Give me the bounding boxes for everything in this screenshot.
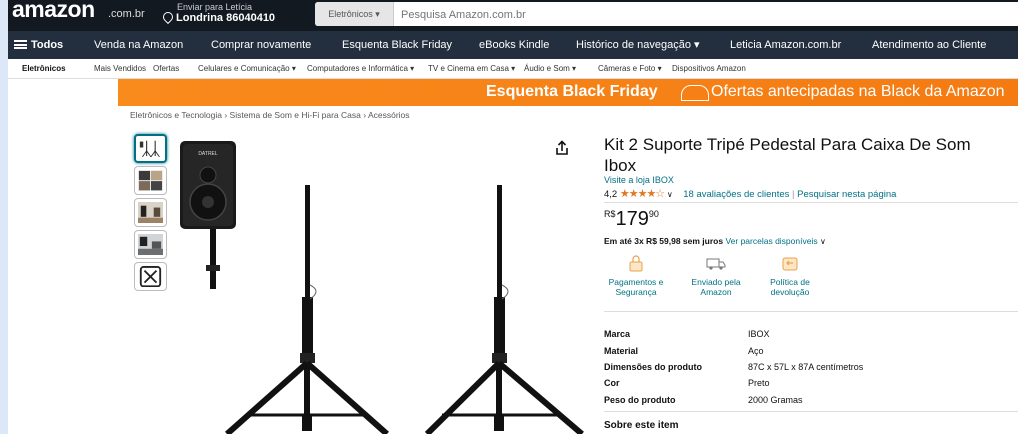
about-heading: Sobre este item xyxy=(604,420,679,431)
location-pin-icon xyxy=(160,9,176,25)
nav-item-leticia[interactable]: Leticia Amazon.com.br xyxy=(730,31,841,59)
thumbnail-2[interactable] xyxy=(134,166,167,195)
spec-key-dimensions: Dimensões do produto xyxy=(604,362,703,372)
search-input[interactable] xyxy=(399,2,1003,26)
installments-link[interactable]: Ver parcelas disponíveis xyxy=(725,236,817,246)
hamburger-menu-icon xyxy=(14,40,27,49)
thumbnail-1[interactable] xyxy=(134,134,167,163)
subnav-eletronicos[interactable]: Eletrônicos xyxy=(22,59,66,78)
tripod-thumb-icon xyxy=(139,140,160,158)
subnav-computadores[interactable]: Computadores e Informática ▾ xyxy=(307,59,414,78)
subnav-mais-vendidos[interactable]: Mais Vendidos xyxy=(94,59,146,78)
rating-row: 4,2 ★★★★☆ ∨ 18 avaliações de clientes | … xyxy=(604,187,896,200)
amazon-logo[interactable]: amazon xyxy=(12,0,95,23)
delivery-location[interactable]: Enviar para Letícia Londrina 86040410 xyxy=(160,2,276,25)
price-currency: R$ xyxy=(604,209,616,219)
price: R$17990 xyxy=(604,208,659,231)
feature-label-line2: Amazon xyxy=(700,287,732,297)
price-integer: 179 xyxy=(615,208,649,230)
spec-value-brand: IBOX xyxy=(748,329,770,339)
spec-value-dimensions: 87C x 57L x 87A centímetros xyxy=(748,362,864,372)
spec-value-weight: 2000 Gramas xyxy=(748,395,803,405)
installments-text: Em até 3x R$ 59,98 sem juros xyxy=(604,236,724,246)
stage-thumb-icon xyxy=(138,234,163,256)
banner-subtitle: Ofertas antecipadas na Black da Amazon xyxy=(711,83,1005,100)
rating-separator: | xyxy=(792,189,795,200)
subnav-audio-som[interactable]: Áudio e Som ▾ xyxy=(524,59,576,78)
subnav-ofertas[interactable]: Ofertas xyxy=(153,59,179,78)
nav-item-comprar-novamente[interactable]: Comprar novamente xyxy=(211,31,311,59)
main-nav: Todos Venda na Amazon Comprar novamente … xyxy=(8,31,1018,59)
thumbnail-3[interactable] xyxy=(134,198,167,227)
subnav-cameras[interactable]: Câmeras e Foto ▾ xyxy=(598,59,662,78)
installments-row: Em até 3x R$ 59,98 sem juros Ver parcela… xyxy=(604,236,826,246)
page: amazon .com.br Enviar para Letícia Londr… xyxy=(8,0,1018,434)
nav-item-atendimento[interactable]: Atendimento ao Cliente xyxy=(872,31,986,59)
deliver-line1: Enviar para Letícia xyxy=(177,2,253,12)
thumbnail-4[interactable] xyxy=(134,230,167,259)
divider xyxy=(604,202,1018,203)
search-category-select[interactable]: Eletrônicos ▾ xyxy=(315,2,394,26)
spec-key-brand: Marca xyxy=(604,329,631,339)
deliver-line2: Londrina 86040410 xyxy=(176,12,276,24)
speaker-brand-text: DATREL xyxy=(198,151,218,157)
collage-thumb-icon xyxy=(138,170,163,192)
room-thumb-icon xyxy=(138,202,163,224)
feature-label-line1: Pagamentos e xyxy=(608,277,664,287)
nav-item-ebooks[interactable]: eBooks Kindle xyxy=(479,31,549,59)
product-title-line1: Kit 2 Suporte Tripé Pedestal Para Caixa … xyxy=(604,135,971,154)
feature-label-line1: Política de xyxy=(770,277,810,287)
subnav-tv-cinema[interactable]: TV e Cinema em Casa ▾ xyxy=(428,59,515,78)
nav-all-label: Todos xyxy=(31,39,64,51)
banner-smile-icon xyxy=(681,85,709,101)
subnav-celulares[interactable]: Celulares e Comunicação ▾ xyxy=(198,59,296,78)
feature-label-line1: Enviado pela xyxy=(691,277,741,287)
thumbnail-5[interactable] xyxy=(134,262,167,291)
chevron-down-icon[interactable]: ∨ xyxy=(667,190,673,199)
rating-value: 4,2 xyxy=(604,189,618,200)
search-page-link[interactable]: Pesquisar nesta página xyxy=(797,189,896,200)
return-box-icon xyxy=(782,257,798,271)
share-icon[interactable] xyxy=(554,140,570,156)
spec-value-color: Preto xyxy=(748,378,770,388)
nav-all-menu[interactable]: Todos xyxy=(14,31,63,59)
spec-key-material: Material xyxy=(604,346,639,356)
divider xyxy=(604,311,1018,312)
lock-icon xyxy=(629,255,643,272)
feature-label-line2: devolução xyxy=(770,287,810,297)
nav-item-historico[interactable]: Histórico de navegação ▾ xyxy=(576,31,700,59)
breadcrumb[interactable]: Eletrônicos e Tecnologia › Sistema de So… xyxy=(130,110,410,120)
product-title-line2: Ibox xyxy=(604,156,637,175)
spec-key-weight: Peso do produto xyxy=(604,395,676,405)
spec-key-color: Cor xyxy=(604,378,620,388)
nav-item-esquenta[interactable]: Esquenta Black Friday xyxy=(342,31,452,59)
logo-suffix[interactable]: .com.br xyxy=(108,8,145,20)
feature-payment-security[interactable]: Pagamentos e Segurança xyxy=(604,254,668,297)
divider xyxy=(604,411,1018,412)
price-cents: 90 xyxy=(648,209,659,219)
spec-value-material: Aço xyxy=(748,346,764,356)
top-header: amazon .com.br Enviar para Letícia Londr… xyxy=(8,0,1018,31)
chevron-down-icon[interactable]: ∨ xyxy=(820,237,826,246)
feature-return-policy[interactable]: Política de devolução xyxy=(758,254,822,297)
promo-banner[interactable]: Esquenta Black Friday Ofertas antecipada… xyxy=(118,79,1018,106)
category-subnav: Eletrônicos Mais Vendidos Ofertas Celula… xyxy=(8,59,1018,79)
nav-item-venda[interactable]: Venda na Amazon xyxy=(94,31,183,59)
store-link[interactable]: Visite a loja IBOX xyxy=(604,175,674,185)
subnav-dispositivos[interactable]: Dispositivos Amazon xyxy=(672,59,746,78)
deliver-line2-wrap: Londrina 86040410 xyxy=(160,9,276,25)
product-main-image[interactable]: DATREL xyxy=(172,135,592,434)
search-bar: Eletrônicos ▾ xyxy=(315,2,1018,26)
box-thumb-icon xyxy=(139,266,162,288)
feature-shipped-by-amazon[interactable]: Enviado pela Amazon xyxy=(684,254,748,297)
reviews-link[interactable]: 18 avaliações de clientes xyxy=(683,189,789,200)
banner-title: Esquenta Black Friday xyxy=(486,83,658,100)
rating-stars[interactable]: ★★★★☆ xyxy=(620,188,665,200)
feature-label-line2: Segurança xyxy=(615,287,657,297)
truck-icon xyxy=(706,258,726,270)
